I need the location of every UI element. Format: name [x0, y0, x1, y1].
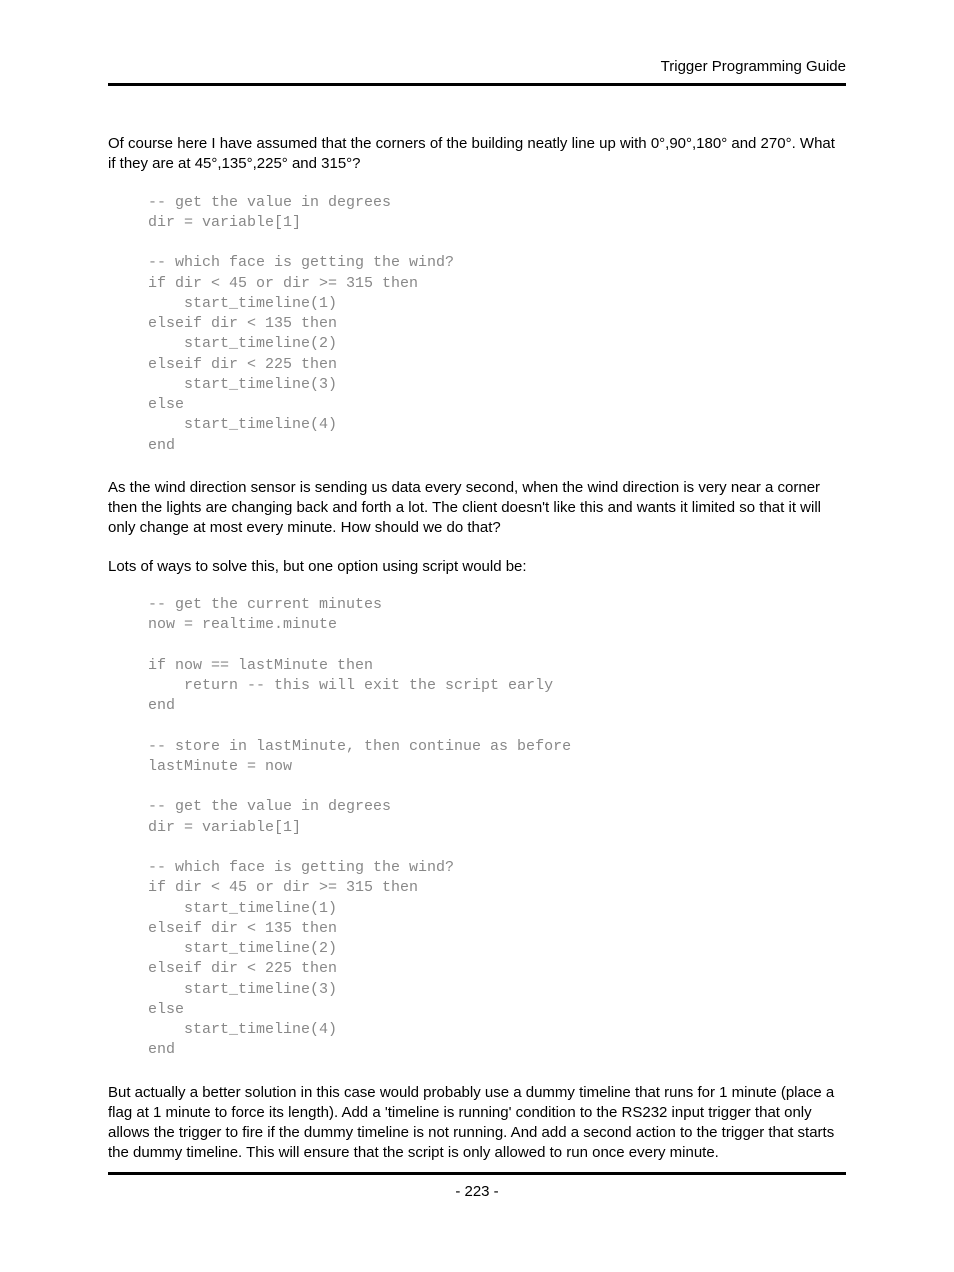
page-footer: - 223 - — [108, 1172, 846, 1200]
code-block-2: -- get the current minutes now = realtim… — [148, 595, 846, 1061]
paragraph-3: Lots of ways to solve this, but one opti… — [108, 557, 846, 577]
page-number: - 223 - — [455, 1183, 498, 1200]
header-title: Trigger Programming Guide — [661, 58, 846, 75]
paragraph-2: As the wind direction sensor is sending … — [108, 478, 846, 539]
code-block-1: -- get the value in degrees dir = variab… — [148, 193, 846, 456]
paragraph-4: But actually a better solution in this c… — [108, 1083, 846, 1164]
page-content: Trigger Programming Guide Of course here… — [0, 0, 954, 1164]
page-header: Trigger Programming Guide — [108, 58, 846, 86]
paragraph-1: Of course here I have assumed that the c… — [108, 134, 846, 175]
